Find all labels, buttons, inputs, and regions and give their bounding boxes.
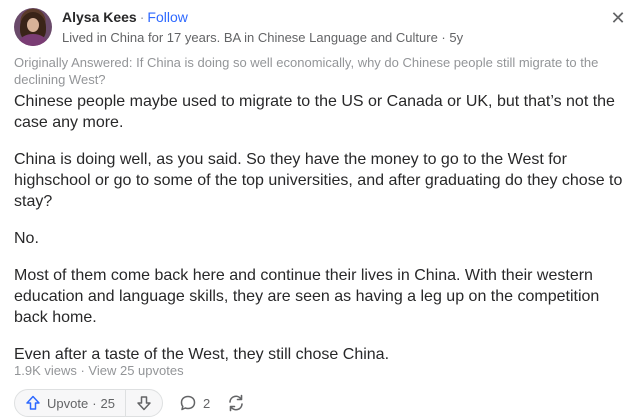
- upvote-separator: ·: [92, 395, 97, 411]
- comment-button[interactable]: 2: [179, 394, 210, 412]
- answer-paragraph: No.: [14, 230, 39, 247]
- name-separator: ·: [139, 9, 145, 25]
- author-credential[interactable]: Lived in China for 17 years. BA in Chine…: [62, 30, 463, 46]
- upvote-arrow-icon: [26, 395, 40, 410]
- author-row: Alysa Kees · Follow: [62, 9, 188, 25]
- upvote-label: Upvote: [47, 395, 89, 411]
- comment-count: 2: [203, 395, 211, 411]
- share-button[interactable]: [226, 393, 246, 413]
- answer-paragraph: Even after a taste of the West, they sti…: [14, 346, 390, 363]
- follow-button[interactable]: Follow: [147, 9, 187, 25]
- action-bar: Upvote · 25 2: [14, 389, 246, 417]
- answer-paragraph: Most of them come back here and continue…: [14, 267, 600, 326]
- avatar-face: [27, 18, 39, 32]
- answer-content: Chinese people maybe used to migrate to …: [14, 91, 634, 381]
- close-button[interactable]: ✕: [606, 6, 630, 30]
- upvote-button[interactable]: Upvote · 25: [15, 390, 127, 416]
- answer-paragraph: Chinese people maybe used to migrate to …: [14, 93, 615, 131]
- close-icon: ✕: [610, 8, 626, 28]
- upvote-count: 25: [100, 395, 116, 411]
- originally-answered[interactable]: Originally Answered: If China is doing s…: [14, 54, 626, 88]
- comment-bubble-icon: [180, 395, 196, 411]
- downvote-button[interactable]: [126, 390, 162, 416]
- downvote-arrow-icon: [137, 396, 151, 411]
- answer-stats[interactable]: 1.9K views · View 25 upvotes: [14, 363, 184, 379]
- author-avatar[interactable]: [14, 8, 52, 46]
- avatar-body: [19, 34, 47, 46]
- answer-paragraph: China is doing well, as you said. So the…: [14, 151, 623, 210]
- vote-pill: Upvote · 25: [14, 389, 164, 417]
- author-name[interactable]: Alysa Kees: [62, 9, 137, 25]
- share-arrows-icon: [229, 394, 244, 412]
- answer-card: Alysa Kees · Follow Lived in China for 17 …: [0, 0, 640, 419]
